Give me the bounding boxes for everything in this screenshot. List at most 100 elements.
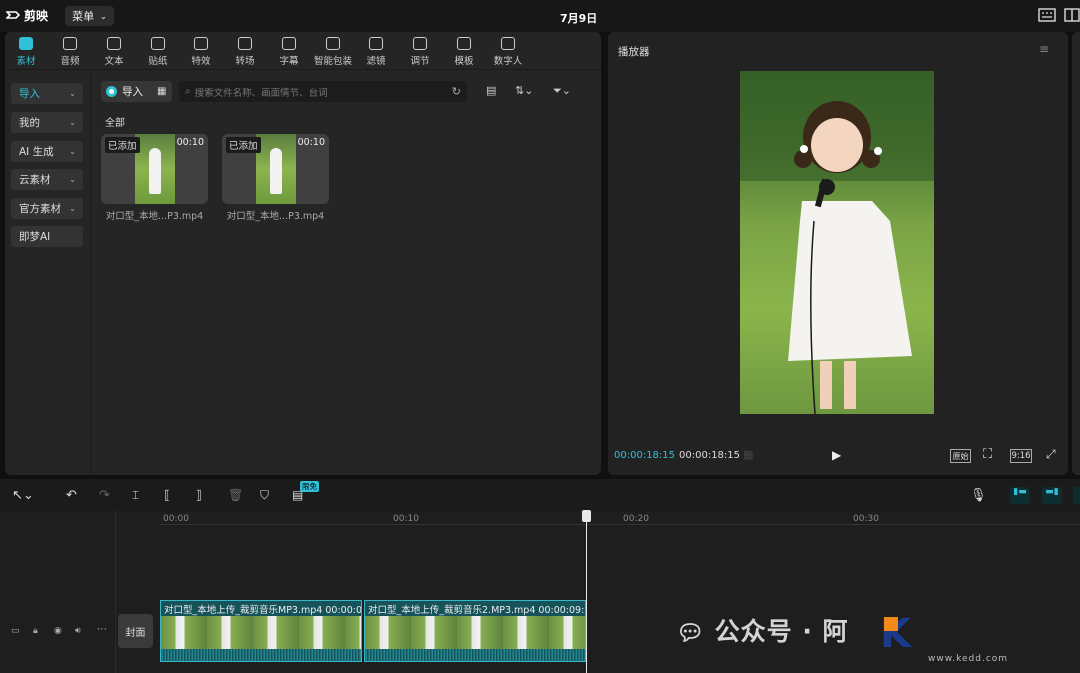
girl-figure: [740, 71, 934, 414]
shortcut-icon[interactable]: [1038, 7, 1056, 23]
wechat-icon: 💬︎: [676, 621, 705, 646]
title-bar: 剪映 菜单 ⌄ 7月9日: [0, 0, 1080, 32]
audio-icon: [63, 37, 77, 50]
more-icon[interactable]: ⋯: [97, 624, 107, 635]
added-badge: 已添加: [226, 137, 261, 153]
video-clip[interactable]: 对口型_本地上传_裁剪音乐2.MP3.mp4 00:00:09:20: [364, 600, 586, 662]
timeline-toolbar: [0, 479, 1080, 511]
tab-digital-human[interactable]: 数字人: [486, 37, 530, 67]
divider: [115, 511, 116, 673]
tab-media[interactable]: 素材: [4, 37, 48, 67]
tab-sticker[interactable]: 贴纸: [136, 37, 180, 67]
fullscreen-icon[interactable]: ⤢: [1046, 447, 1056, 462]
cover-button[interactable]: 封面: [118, 614, 153, 648]
playhead[interactable]: [586, 511, 587, 673]
player-menu-icon[interactable]: ≡: [1039, 42, 1049, 56]
chevron-down-icon: ⌄: [69, 204, 76, 213]
app-name: 剪映: [24, 9, 49, 23]
search-input[interactable]: ⌕ 搜索文件名称、画面情节、台词 ↻: [179, 81, 467, 102]
chevron-down-icon: ⌄: [69, 118, 76, 127]
clip-duration: 00:00:09:20: [538, 605, 585, 616]
sidebar-item-0[interactable]: 导入 ⌄: [11, 83, 83, 104]
qr-code-icon[interactable]: ▦: [157, 86, 166, 97]
grid-view-icon[interactable]: ▤: [486, 84, 496, 97]
select-tool-icon[interactable]: ↖⌄: [12, 488, 34, 504]
split-icon[interactable]: ⌶: [132, 488, 148, 504]
refresh-icon[interactable]: ↻: [452, 85, 461, 98]
media-icon: [19, 37, 33, 50]
adjust-icon: [413, 37, 427, 50]
media-thumbnail[interactable]: 已添加 00:10: [222, 134, 329, 204]
delete-icon[interactable]: 🗑: [228, 488, 244, 504]
waveform-icon[interactable]: ▦: [743, 448, 753, 461]
time-ruler: [160, 511, 1080, 525]
sidebar-item-4[interactable]: 官方素材 ⌄: [11, 198, 83, 219]
free-badge: 限免: [300, 481, 319, 492]
trim-right-icon[interactable]: ⟧: [196, 488, 212, 504]
sidebar-item-3[interactable]: 云素材 ⌄: [11, 169, 83, 190]
ruler-tick-label: 00:30: [853, 514, 879, 524]
video-clip[interactable]: 对口型_本地上传_裁剪音乐MP3.mp4 00:00:08:2: [160, 600, 362, 662]
tab-subtitle[interactable]: 字幕: [267, 37, 311, 67]
mute-icon[interactable]: 🔊︎: [75, 626, 81, 636]
add-circle-icon: [106, 86, 117, 97]
player-title: 播放器: [618, 46, 650, 58]
media-thumbnail[interactable]: 已添加 00:10: [101, 134, 208, 204]
filter-icon: [369, 37, 383, 50]
transition-icon: [238, 37, 252, 50]
effects-icon: [194, 37, 208, 50]
filter-icon[interactable]: ⏷⌄: [553, 84, 571, 98]
tab-template[interactable]: 模板: [442, 37, 486, 67]
eye-icon[interactable]: ◉: [54, 626, 62, 636]
aspect-ratio-button[interactable]: 9:16: [1010, 449, 1032, 463]
sidebar-item-5[interactable]: 即梦AI: [11, 226, 83, 247]
sort-icon[interactable]: ⇅⌄: [515, 84, 533, 97]
original-size-button[interactable]: 原始: [950, 449, 971, 463]
media-duration: 00:10: [176, 137, 204, 148]
chevron-down-icon: ⌄: [69, 175, 76, 184]
tab-smart-package[interactable]: 智能包装: [311, 37, 355, 67]
sidebar-item-1[interactable]: 我的 ⌄: [11, 112, 83, 133]
app-logo: 剪映: [6, 7, 48, 24]
section-label: 全部: [105, 118, 125, 129]
ruler-tick-label: 00:20: [623, 514, 649, 524]
thumbnail-image: [135, 134, 175, 204]
tab-audio[interactable]: 音频: [48, 37, 92, 67]
play-icon[interactable]: ▶: [832, 448, 841, 462]
subtitle-icon: [282, 37, 296, 50]
ruler-tick-label: 00:10: [393, 514, 419, 524]
project-date: 7月9日: [560, 12, 598, 25]
shield-icon[interactable]: ⛉: [260, 488, 276, 504]
playhead-handle[interactable]: [582, 510, 591, 522]
template-icon: [457, 37, 471, 50]
media-filename: 对口型_本地...P3.mp4: [226, 211, 325, 222]
clip-title: 对口型_本地上传_裁剪音乐2.MP3.mp4: [368, 605, 536, 616]
auto-snap-icon[interactable]: ▬▮: [1042, 487, 1062, 504]
linkage-icon[interactable]: [1073, 487, 1080, 504]
undo-icon[interactable]: ↶: [66, 488, 82, 504]
capcut-logo-icon: [6, 10, 20, 19]
watermark-logo-square: [884, 617, 898, 631]
main-track-magnet-icon[interactable]: ▮▬: [1010, 487, 1030, 504]
preview-image: [740, 71, 934, 414]
divider: [90, 70, 91, 475]
lock-icon[interactable]: 🔒︎: [33, 626, 38, 636]
layout-icon[interactable]: [1064, 7, 1080, 23]
tab-text[interactable]: 文本: [92, 37, 136, 67]
focus-icon[interactable]: ⛶: [983, 447, 992, 462]
tab-adjust[interactable]: 调节: [398, 37, 442, 67]
tab-effects[interactable]: 特效: [179, 37, 223, 67]
trim-left-icon[interactable]: ⟦: [164, 488, 180, 504]
menu-button[interactable]: 菜单 ⌄: [65, 6, 114, 26]
microphone-icon[interactable]: 🎙: [970, 488, 987, 504]
clip-duration: 00:00:08:2: [325, 605, 362, 616]
track-visibility-icon[interactable]: ▭: [11, 626, 20, 636]
sidebar-item-2[interactable]: AI 生成 ⌄: [11, 141, 83, 162]
digital-human-icon: [501, 37, 515, 50]
tab-transition[interactable]: 转场: [223, 37, 267, 67]
chevron-down-icon: ⌄: [69, 147, 76, 156]
media-duration: 00:10: [297, 137, 325, 148]
redo-icon[interactable]: ↷: [99, 488, 115, 504]
import-button[interactable]: 导入 ▦: [101, 81, 172, 102]
tab-filter[interactable]: 滤镜: [354, 37, 398, 67]
